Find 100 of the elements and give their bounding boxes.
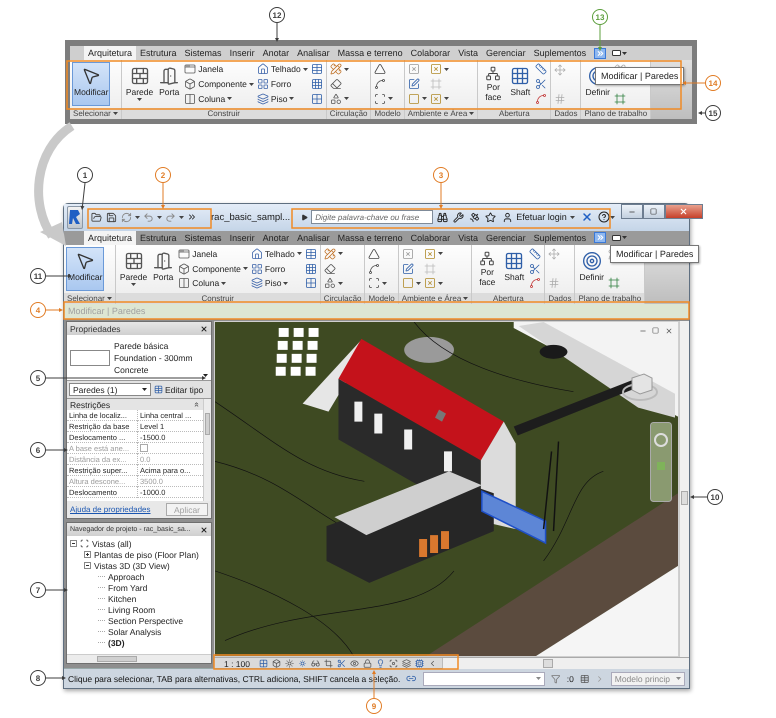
ribbon-button[interactable]: Telhado [250,246,303,262]
ribbon-button[interactable]: Forro [250,261,303,276]
ribbon-tab[interactable]: Suplementos [530,230,590,245]
panel-title: Construir [208,108,240,119]
instance-filter-dropdown[interactable]: Paredes (1) [69,383,151,396]
callout-number: 14 [705,75,721,91]
group-header[interactable]: Restrições [67,399,203,410]
ribbon-tab[interactable]: Massa e terreno [334,230,407,245]
ribbon-button[interactable]: Janela [177,246,249,262]
ribbon-button[interactable]: Shaft [507,62,534,106]
ribbon-button[interactable]: Telhado [256,62,309,77]
panel-title: Dados [554,108,578,119]
group-label: Restrições [70,400,110,410]
ribbon-button[interactable]: Piso [256,91,309,106]
tree-item[interactable]: Plantas de piso (Floor Plan) [94,550,199,560]
ribbon-button[interactable]: Definir [577,246,606,291]
tree-item[interactable]: Solar Analysis [108,626,162,637]
options-bar-label: Modificar | Paredes [68,306,146,316]
tree-item[interactable]: Vistas (all) [92,538,132,549]
panel-title: Plano de trabalho [584,108,648,119]
ribbon-button[interactable]: Piso [250,276,303,291]
type-name: Concrete [114,364,150,376]
tree-item[interactable]: From Yard [108,582,148,593]
callout-number: 8 [30,670,46,686]
ribbon-tab[interactable]: Arquitetura [84,46,136,60]
ribbon-button[interactable]: Forro [256,76,309,92]
ribbon-tab[interactable]: Analisar [293,46,334,60]
panel-title: Dados [548,292,572,304]
panel-title: Circulação [324,292,362,304]
login-button[interactable]: Efetuar login [500,212,577,223]
ribbon-tab[interactable]: Gerenciar [482,230,530,245]
ribbon-button[interactable]: Por face [474,246,500,291]
ribbon-button[interactable]: Modificar [66,246,104,291]
ribbon-button[interactable]: Componente [183,76,255,92]
tooltip: Modificar | Paredes [610,244,700,263]
ribbon-tab[interactable]: Analisar [293,230,334,245]
callout-number: 1 [77,167,93,183]
callout-number: 10 [707,489,723,505]
ribbon-button[interactable]: Porta [150,246,176,291]
panel-title: Ambiente e Área [402,292,462,304]
type-name: Foundation - 300mm [114,352,194,364]
callout-number: 7 [30,582,46,598]
ribbon-button[interactable]: Coluna [177,276,249,291]
search-field[interactable]: Digite palavra-chave ou frase [311,210,434,224]
callout-number: 6 [30,442,46,458]
ribbon-button[interactable]: Coluna [183,91,255,106]
panel-title: Plano de trabalho [578,292,642,304]
ribbon-tab[interactable]: Colaborar [406,230,454,245]
tree-item[interactable]: Section Perspective [108,616,184,626]
ribbon-button[interactable]: Por face [480,62,506,106]
panel-title-bar[interactable]: Selecionar [70,108,121,119]
callout-number: 11 [30,268,46,284]
ribbon-tab[interactable]: Inserir [226,46,259,60]
tree-item[interactable]: (3D) [108,638,125,648]
palette-title: Propriedades [70,324,121,334]
callout-number: 3 [433,167,449,183]
panel-title: Modelo [368,292,395,304]
ribbon-tab[interactable]: Sistemas [180,46,226,60]
callout-number: 9 [366,698,382,714]
panel-title: Ambiente e Área [408,108,468,119]
ribbon-tab[interactable]: Colaborar [406,46,454,60]
ribbon-tab[interactable]: Suplementos [530,46,590,60]
ribbon-button[interactable]: Modificar [72,62,110,106]
ribbon-tab[interactable]: Vista [454,46,482,60]
ribbon-button[interactable]: Parede [124,62,156,106]
ribbon-button[interactable]: Porta [156,62,182,106]
ribbon-tab[interactable]: Estrutura [136,46,181,60]
panel-title-bar[interactable]: Ambiente e Área [404,108,478,119]
view-scale[interactable]: 1 : 100 [214,658,258,669]
tree-item[interactable]: Kitchen [108,594,136,604]
ribbon-tab[interactable]: Estrutura [136,230,181,245]
panel-title: Selecionar [73,108,111,119]
ribbon-tab[interactable]: Inserir [226,230,259,245]
ribbon-button[interactable]: Shaft [501,246,528,291]
selection-count: :0 [566,674,574,684]
callout-number: 13 [592,9,608,25]
document-title: rac_basic_sampl... [211,212,290,223]
ribbon-button[interactable]: Parede [118,246,150,291]
ribbon-tab[interactable]: Gerenciar [482,46,530,60]
panel-title: Selecionar [67,292,105,304]
ribbon-tab[interactable]: Sistemas [180,230,226,245]
callout-number: 5 [30,370,46,386]
edit-type-button[interactable]: Editar tipo [154,384,204,395]
ribbon-tab[interactable]: Arquitetura [84,230,136,245]
tooltip: Modificar | Paredes [595,67,684,85]
callout-number: 15 [705,105,721,121]
type-selector[interactable]: Parede básica Foundation - 300mm Concrete [67,335,211,382]
ribbon-button[interactable]: Janela [183,62,255,77]
tree-item[interactable]: Living Room [108,604,156,615]
tree-item[interactable]: Vistas 3D (3D View) [94,560,170,571]
ribbon-tab[interactable]: Anotar [258,46,294,60]
callout-number: 12 [269,7,285,23]
ribbon-tab[interactable]: Anotar [258,230,294,245]
tree-item[interactable]: Approach [108,572,144,582]
ribbon-tab[interactable]: Massa e terreno [334,46,407,60]
panel-title: Circulação [330,108,368,119]
ribbon-tab[interactable]: Vista [454,230,482,245]
type-name: Parede básica [114,340,170,352]
ribbon-button[interactable]: Componente [177,261,249,276]
help-link[interactable]: Ajuda de propriedades [70,505,151,514]
